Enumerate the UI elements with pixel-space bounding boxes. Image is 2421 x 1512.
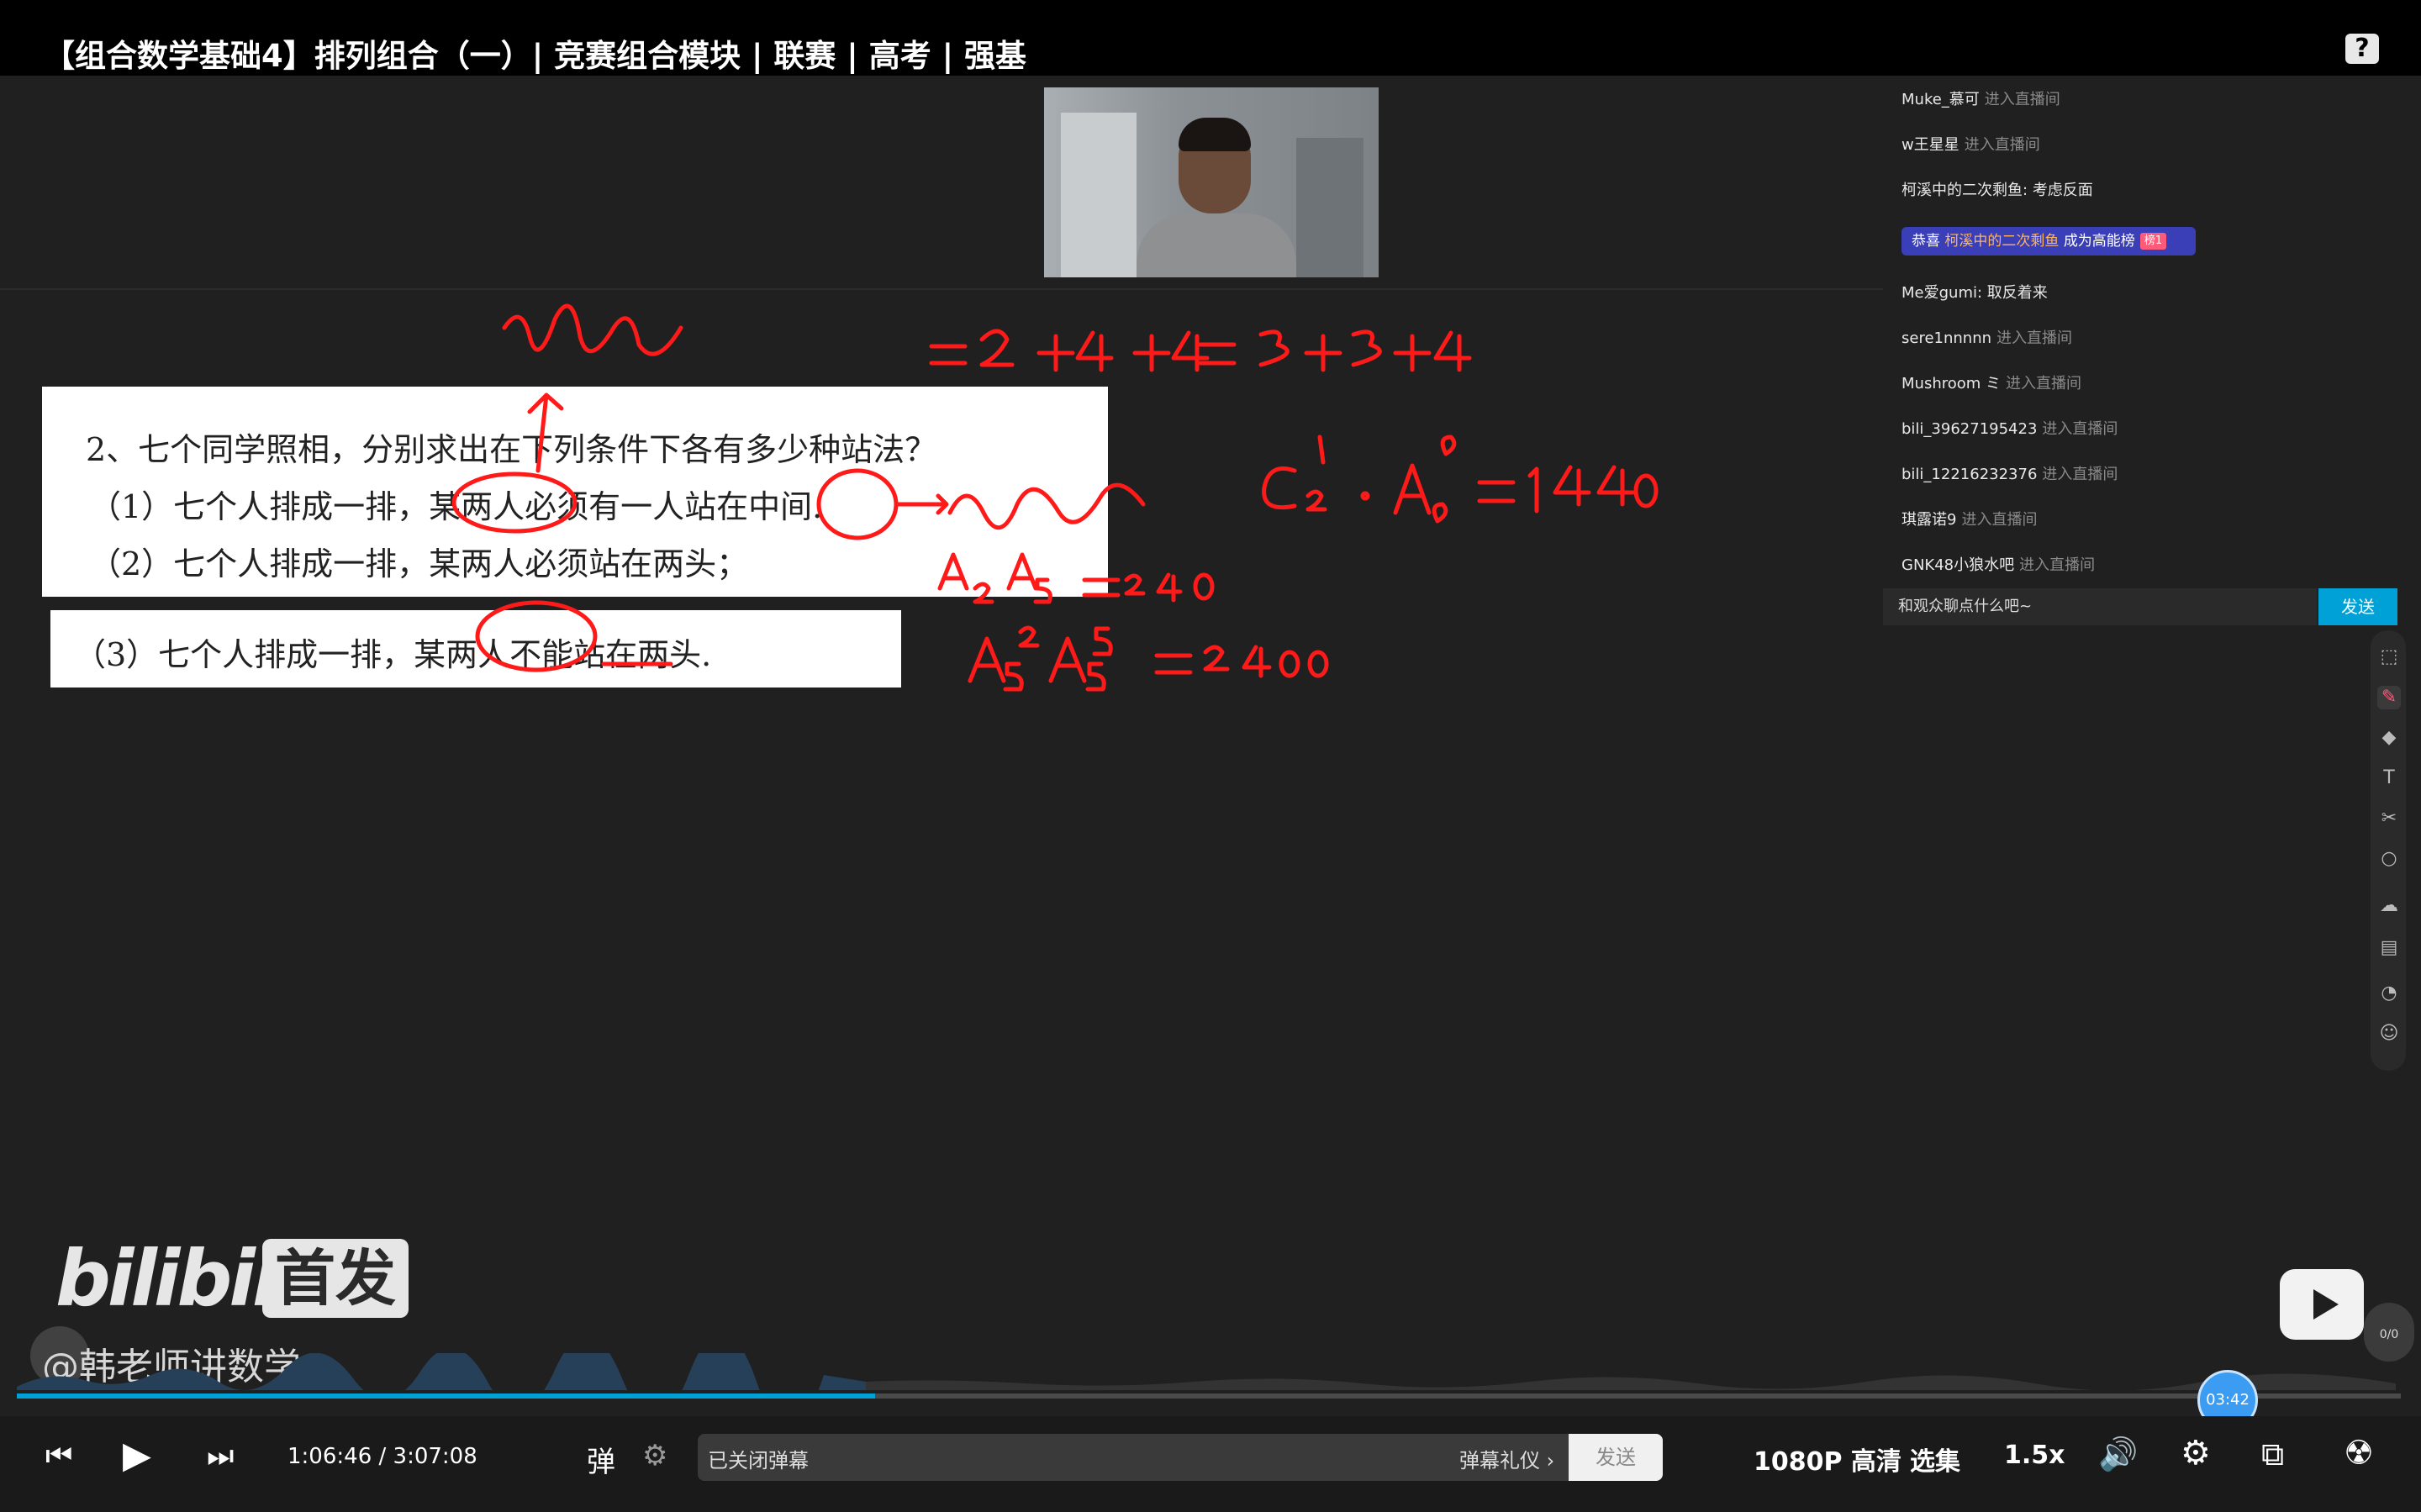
chat-message: Muke_慕可 进入直播间 <box>1901 91 2060 108</box>
cloud-icon[interactable]: ☁ <box>2377 894 2401 918</box>
danmaku-etiquette-link[interactable]: 弹幕礼仪 › <box>1459 1444 1554 1473</box>
toolbox-icon[interactable]: ▤ <box>2377 936 2401 960</box>
play-icon[interactable]: ▶ <box>123 1434 151 1477</box>
danmaku-toggle-icon[interactable]: 弹 <box>587 1439 615 1480</box>
episodes-button[interactable]: 选集 <box>1910 1441 1960 1478</box>
pen-icon[interactable]: ✎ <box>2377 686 2401 709</box>
danmaku-settings-icon[interactable]: ⚙ <box>642 1439 667 1472</box>
users-icon[interactable]: ☺ <box>2377 1022 2401 1046</box>
live-chat-panel: Muke_慕可 进入直播间 w王星星 进入直播间 柯溪中的二次剩鱼: 考虑反面 Me… <box>1883 76 2421 630</box>
premiere-badge: 首发 <box>262 1239 409 1318</box>
chat-bubble-icon[interactable]: ◔ <box>2377 982 2401 1005</box>
chat-message: bili_12216232376 进入直播间 <box>1901 466 2118 483</box>
settings-gear-icon[interactable]: ⚙ <box>2181 1434 2211 1472</box>
next-icon[interactable]: ⏭ <box>207 1439 234 1474</box>
select-icon[interactable]: ⬚ <box>2377 645 2401 669</box>
scissors-icon[interactable]: ✂ <box>2377 807 2401 830</box>
chat-message: sere1nnnnn 进入直播间 <box>1901 329 2073 347</box>
danmaku-status: 已关闭弹幕 <box>708 1449 809 1472</box>
chat-message: Me爱gumi: 取反着来 <box>1901 284 2048 302</box>
fullscreen-icon[interactable]: ☢ <box>2344 1434 2374 1472</box>
chat-message: Mushroom ミ进入直播间 <box>1901 375 2082 392</box>
volume-icon[interactable]: 🔊 <box>2098 1436 2138 1473</box>
picture-in-picture-icon[interactable]: ⧉ <box>2261 1436 2284 1473</box>
eraser-icon[interactable]: ◆ <box>2377 726 2401 750</box>
speed-button[interactable]: 1.5x <box>2004 1441 2065 1470</box>
chat-send-button[interactable]: 发送 <box>2318 588 2397 625</box>
time-display: 1:06:46 / 3:07:08 <box>287 1444 477 1469</box>
danmaku-send-button[interactable]: 发送 <box>1569 1434 1663 1481</box>
text-icon[interactable]: T <box>2377 767 2401 790</box>
gift-notice: 恭喜 柯溪中的二次剩鱼 成为高能榜 榜1 <box>1901 227 2196 256</box>
bilibili-tv-icon[interactable] <box>2280 1269 2364 1340</box>
shape-icon[interactable]: ○ <box>2377 847 2401 871</box>
chat-message: 柯溪中的二次剩鱼: 考虑反面 <box>1901 182 2093 199</box>
chat-message: w王星星 进入直播间 <box>1901 136 2040 154</box>
chat-message: 琪露诺9 进入直播间 <box>1901 511 2038 529</box>
chat-message: GNK48小狼水吧 进入直播间 <box>1901 556 2096 574</box>
heat-waveform <box>17 1353 2396 1390</box>
progress-played <box>17 1393 875 1399</box>
quality-button[interactable]: 1080P 高清 <box>1754 1441 1901 1478</box>
chat-input[interactable]: 和观众聊点什么吧~ <box>1883 588 2317 625</box>
previous-icon[interactable]: ⏮ <box>45 1439 72 1474</box>
chat-message: bili_39627195423 进入直播间 <box>1901 420 2118 438</box>
